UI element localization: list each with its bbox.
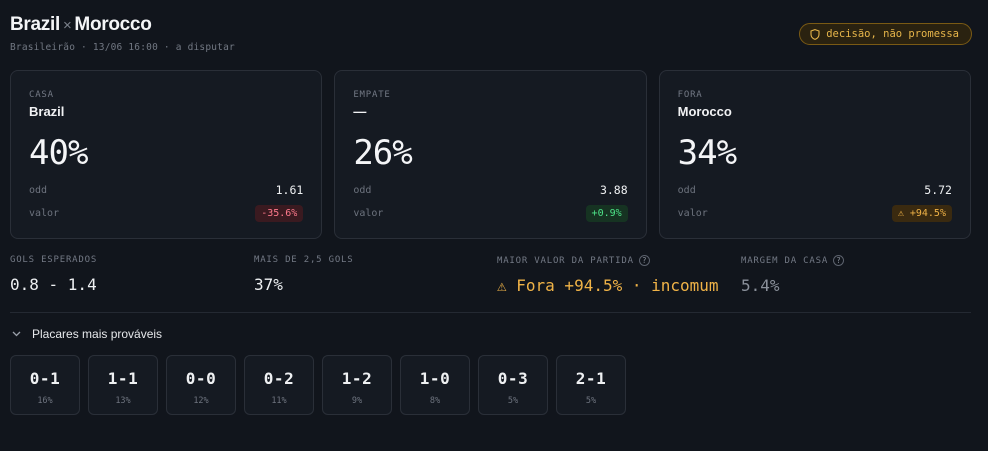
match-header: Brazil × Morocco Brasileirão · 13/06 16:00… (10, 14, 972, 53)
home-team-name: Brazil (10, 14, 60, 35)
help-icon[interactable]: ? (833, 255, 845, 266)
score-probability: 9% (351, 396, 363, 406)
stat-value: 5.4% (741, 276, 780, 295)
score-probability: 8% (429, 396, 441, 406)
odd-value: 3.88 (599, 183, 628, 197)
probability-cards: CASA Brazil 40% odd 1.61 valor -35.6% EM… (10, 70, 971, 239)
score-value: 1-2 (341, 369, 373, 388)
score-probability: 12% (193, 396, 209, 406)
stat-value: 37% (254, 275, 283, 294)
card-team: Brazil (29, 104, 65, 119)
stat-expected-goals: GOLS ESPERADOS 0.8 - 1.4 (10, 255, 97, 294)
score-value: 2-1 (575, 369, 607, 388)
value-badge: ⚠ +94.5% (891, 205, 952, 222)
stat-label: MAIS DE 2,5 GOLS (254, 255, 354, 265)
chevron-down-icon (12, 331, 21, 337)
shield-icon (810, 28, 820, 40)
disclaimer-text: decisão, não promessa (826, 28, 959, 40)
odd-row: odd 5.72 (678, 183, 952, 197)
score-card: 0-2 11% (244, 355, 314, 415)
score-value: 1-0 (419, 369, 451, 388)
stat-value: 0.8 - 1.4 (10, 275, 97, 294)
score-list: 0-1 16% 1-1 13% 0-0 12% 0-2 11% 1-2 9% 1-0 8% … (10, 355, 626, 415)
value-badge: +0.9% (585, 205, 628, 222)
stat-value: ⚠ Fora +94.5% · incomum (497, 276, 719, 295)
card-team: — (353, 104, 367, 119)
odd-label: odd (29, 184, 48, 196)
stat-label: MARGEM DA CASA (741, 255, 829, 266)
stat-label: MAIOR VALOR DA PARTIDA (497, 255, 634, 266)
score-card: 0-1 16% (10, 355, 80, 415)
card-probability: 34% (677, 133, 737, 173)
section-title: Placares mais prováveis (32, 327, 163, 341)
score-card: 2-1 5% (556, 355, 626, 415)
score-probability: 11% (271, 396, 287, 406)
score-probability: 13% (115, 396, 131, 406)
card-label: EMPATE (353, 90, 391, 100)
match-stats: GOLS ESPERADOS 0.8 - 1.4 MAIS DE 2,5 GOL… (10, 255, 971, 295)
odd-value: 5.72 (924, 183, 952, 197)
divider (10, 312, 971, 313)
card-home: CASA Brazil 40% odd 1.61 valor -35.6% (10, 70, 323, 239)
value-label: valor (29, 208, 60, 219)
score-value: 0-0 (185, 369, 217, 388)
card-label: CASA (29, 90, 54, 100)
score-probability: 5% (585, 396, 597, 406)
score-card: 0-3 5% (478, 355, 548, 415)
value-label: valor (677, 208, 708, 219)
scores-section-toggle[interactable]: Placares mais prováveis (12, 327, 162, 341)
value-row: valor -35.6% (29, 205, 304, 222)
odd-row: odd 1.61 (29, 183, 303, 197)
odd-row: odd 3.88 (353, 183, 627, 197)
card-probability: 40% (29, 133, 88, 173)
away-team-name: Morocco (74, 14, 152, 35)
value-row: valor +0.9% (353, 205, 628, 222)
stat-best-value: MAIOR VALOR DA PARTIDA? ⚠ Fora +94.5% · … (497, 255, 719, 295)
card-draw: EMPATE — 26% odd 3.88 valor +0.9% (334, 70, 647, 239)
score-card: 1-0 8% (400, 355, 470, 415)
value-badge: -35.6% (255, 205, 304, 222)
score-card: 1-1 13% (88, 355, 158, 415)
stat-over-goals: MAIS DE 2,5 GOLS 37% (254, 255, 354, 294)
odd-label: odd (677, 184, 696, 196)
card-probability: 26% (353, 133, 412, 173)
score-value: 0-1 (29, 369, 61, 388)
value-row: valor ⚠ +94.5% (678, 205, 952, 222)
versus-separator: × (62, 17, 72, 34)
help-icon[interactable]: ? (638, 255, 650, 266)
stat-house-margin: MARGEM DA CASA? 5.4% (741, 255, 845, 295)
odd-label: odd (353, 184, 372, 196)
card-team: Morocco (677, 104, 732, 119)
score-value: 0-3 (497, 369, 529, 388)
odd-value: 1.61 (275, 183, 304, 197)
score-value: 1-1 (107, 369, 139, 388)
stat-label: GOLS ESPERADOS (10, 255, 98, 265)
card-label: FORA (677, 90, 703, 100)
score-probability: 16% (37, 396, 53, 406)
card-away: FORA Morocco 34% odd 5.72 valor ⚠ +94.5% (658, 70, 971, 239)
value-label: valor (353, 208, 384, 219)
score-card: 1-2 9% (322, 355, 392, 415)
score-card: 0-0 12% (166, 355, 236, 415)
score-value: 0-2 (263, 369, 295, 388)
disclaimer-badge: decisão, não promessa (799, 23, 972, 45)
score-probability: 5% (507, 396, 519, 406)
